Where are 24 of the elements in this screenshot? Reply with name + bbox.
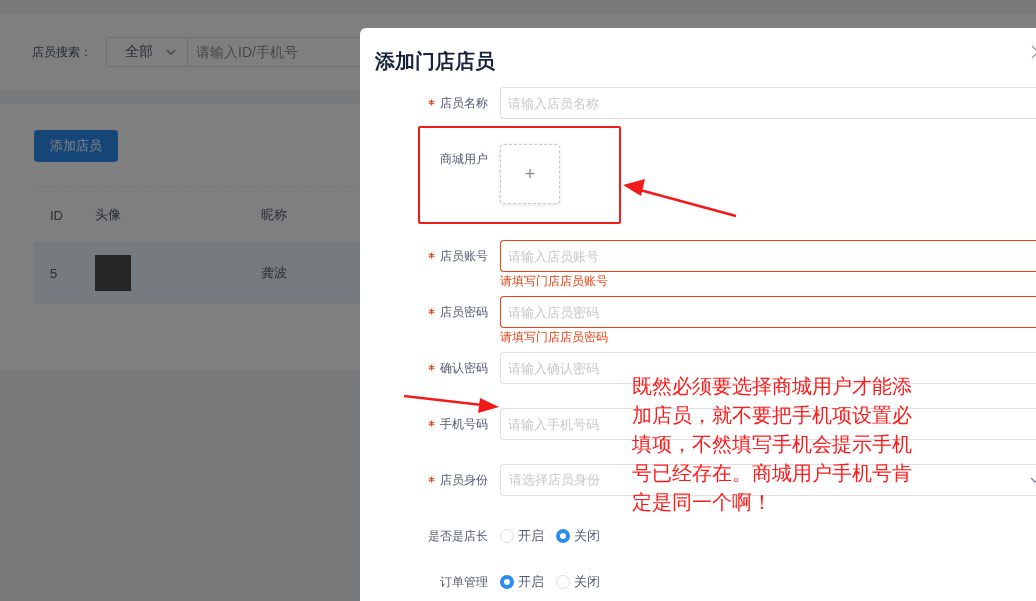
field-label: 店员身份: [428, 472, 488, 488]
error-message: 请填写门店店员账号: [500, 273, 609, 290]
table-cell-text: 5: [50, 265, 59, 281]
error-message: 请填写门店店员密码: [500, 329, 609, 346]
field-label: 是否是店长: [427, 528, 488, 544]
table-cell-text: 龚波: [261, 264, 288, 282]
field-label: 确认密码: [428, 360, 488, 376]
radio-option[interactable]: 关闭: [556, 573, 600, 591]
field-label: 商城用户: [439, 151, 488, 167]
scope-select[interactable]: 全部: [106, 37, 188, 67]
photo-placeholder: [95, 255, 131, 291]
field-label: 手机号码: [428, 416, 488, 432]
field-label: 订单管理: [439, 574, 488, 590]
field-label: 店员密码: [428, 304, 488, 320]
field-label: 店员名称: [428, 95, 488, 111]
radio-option[interactable]: 关闭: [556, 527, 600, 545]
radio-option[interactable]: 开启: [500, 573, 544, 591]
column-header: ID: [50, 207, 64, 223]
dialog-title: 添加门店店员: [375, 49, 495, 74]
field-label: 店员账号: [428, 248, 488, 264]
radio-option[interactable]: 开启: [500, 527, 544, 545]
column-header: 头像: [95, 206, 122, 224]
search-label: 店员搜索：: [32, 43, 92, 61]
column-header: 昵称: [261, 206, 288, 224]
